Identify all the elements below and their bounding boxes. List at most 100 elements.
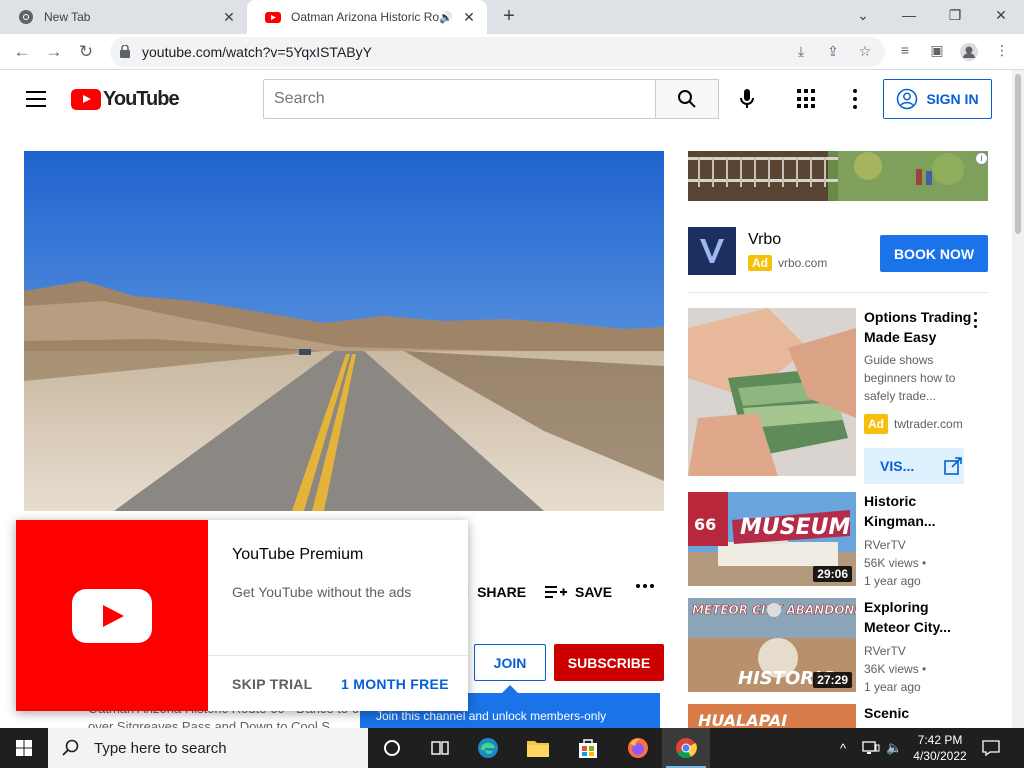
lock-icon	[120, 45, 130, 58]
promoted-description: Guide shows beginners how to safely trad…	[864, 353, 956, 403]
video-player[interactable]	[24, 151, 664, 511]
firefox-icon[interactable]	[614, 728, 662, 768]
video-title[interactable]: Exploring Meteor City...	[864, 597, 974, 637]
taskbar-search-box[interactable]: Type here to search	[48, 728, 368, 768]
join-button[interactable]: JOIN	[474, 644, 546, 681]
address-bar[interactable]: youtube.com/watch?v=5YqxISTAByY ⤓ ⇪ ☆	[110, 37, 885, 67]
share-button[interactable]: ➦ SHARE	[459, 584, 526, 600]
reading-list-icon[interactable]: ≡	[895, 42, 915, 62]
vrbo-logo-icon	[700, 239, 724, 263]
promoted-domain: twtrader.com	[894, 417, 963, 431]
tab-youtube-video[interactable]: Oatman Arizona Historic Rou 🔊 ✕	[247, 0, 487, 34]
store-icon[interactable]	[564, 728, 612, 768]
advertiser-domain: vrbo.com	[778, 256, 828, 270]
video-thumbnail[interactable]: METEOR CITY ABANDONED HISTORIC 27:29	[688, 598, 856, 692]
clock-time: 7:42 PM	[917, 733, 963, 747]
channel-name[interactable]: RVerTV	[864, 536, 984, 554]
one-month-free-button[interactable]: 1 MONTH FREE	[341, 676, 449, 692]
more-actions-icon[interactable]	[636, 584, 654, 588]
side-panel-icon[interactable]: ▣	[927, 42, 947, 62]
youtube-logo[interactable]: YouTube	[71, 88, 180, 111]
video-thumbnail[interactable]: HUALAPAI	[688, 704, 856, 728]
save-label: SAVE	[575, 584, 613, 600]
profile-icon[interactable]	[959, 42, 979, 62]
back-icon[interactable]: ←	[10, 40, 34, 64]
money-hands-image	[688, 308, 856, 476]
promoted-domain-row: Ad twtrader.com	[864, 414, 984, 434]
speech-bubble-icon	[982, 740, 1000, 756]
tab-title: Oatman Arizona Historic Rou	[291, 10, 440, 24]
tab-title: New Tab	[44, 10, 91, 24]
reload-icon[interactable]: ↻	[74, 40, 98, 64]
search-button[interactable]	[655, 79, 719, 119]
menu-hamburger-icon[interactable]	[26, 91, 46, 107]
volume-icon[interactable]: 🔈	[886, 728, 902, 768]
views-text: 36K views	[864, 662, 919, 676]
sign-in-button[interactable]: SIGN IN	[883, 79, 992, 119]
close-tab-icon[interactable]: ✕	[221, 9, 237, 26]
video-thumbnail[interactable]: MUSEUM 66 29:06	[688, 492, 856, 586]
views-text: 56K views	[864, 556, 919, 570]
file-explorer-icon[interactable]	[514, 728, 562, 768]
chrome-menu-icon[interactable]: ⋮	[992, 42, 1012, 62]
cortana-icon[interactable]	[368, 728, 416, 768]
skip-trial-button[interactable]: SKIP TRIAL	[232, 676, 313, 692]
task-view-icon[interactable]	[416, 728, 464, 768]
speaker-icon[interactable]: 🔊	[439, 11, 453, 24]
settings-more-icon[interactable]	[852, 89, 858, 109]
edge-icon[interactable]	[464, 728, 512, 768]
search-icon	[678, 90, 696, 108]
sign-in-label: SIGN IN	[926, 91, 979, 107]
new-tab-button[interactable]: +	[498, 6, 520, 28]
restore-button[interactable]: ❐	[932, 0, 978, 30]
notifications-icon[interactable]	[982, 728, 1000, 768]
shopping-bag-icon	[579, 739, 597, 758]
microphone-icon[interactable]	[735, 87, 759, 111]
task-view-glyph-icon	[431, 741, 449, 755]
channel-name[interactable]: RVerTV	[864, 642, 984, 660]
advertiser-name[interactable]: Vrbo	[748, 231, 781, 249]
visit-button[interactable]: VIS...	[864, 448, 964, 484]
playlist-add-icon	[545, 586, 567, 598]
forward-icon[interactable]: →	[42, 40, 66, 64]
subscribe-button[interactable]: SUBSCRIBE	[554, 644, 664, 681]
windows-taskbar: Type here to search ^ 🔈 7:42 PM 4/30/202…	[0, 728, 1024, 768]
apps-grid-icon[interactable]	[797, 89, 817, 109]
save-button[interactable]: SAVE	[545, 584, 612, 600]
taskbar-search-placeholder: Type here to search	[94, 739, 227, 757]
promoted-thumbnail[interactable]	[688, 308, 856, 476]
search-input[interactable]	[263, 79, 656, 119]
windows-logo-icon	[16, 740, 32, 756]
tab-new-tab[interactable]: New Tab ✕	[0, 0, 247, 34]
video-title[interactable]: Scenic	[864, 703, 974, 723]
promoted-title[interactable]: Options Trading Made Easy	[864, 307, 974, 347]
tab-search-icon[interactable]: ⌄	[840, 0, 886, 30]
book-now-button[interactable]: BOOK NOW	[880, 235, 988, 272]
start-button[interactable]	[0, 728, 48, 768]
divider	[208, 655, 468, 656]
close-tab-icon[interactable]: ✕	[461, 9, 477, 26]
edge-logo-icon	[478, 738, 498, 758]
youtube-premium-popup: YouTube Premium Get YouTube without the …	[16, 520, 468, 711]
minimize-button[interactable]: —	[886, 0, 932, 30]
vrbo-logo[interactable]	[688, 227, 736, 275]
close-window-button[interactable]: ✕	[978, 0, 1024, 30]
advertiser-domain-row: Ad vrbo.com	[748, 255, 827, 271]
system-clock[interactable]: 7:42 PM 4/30/2022	[904, 732, 976, 764]
youtube-favicon-icon	[265, 12, 281, 23]
scrollbar-thumb[interactable]	[1015, 74, 1021, 234]
chrome-taskbar-icon[interactable]	[662, 728, 710, 768]
ad-info-icon[interactable]: i	[975, 152, 988, 165]
promoted-more-icon[interactable]	[974, 312, 978, 328]
install-icon[interactable]: ⤓	[792, 43, 810, 61]
page-scrollbar[interactable]	[1012, 70, 1024, 728]
show-hidden-icons[interactable]: ^	[840, 728, 846, 768]
network-icon[interactable]	[862, 728, 880, 768]
bookmark-star-icon[interactable]: ☆	[856, 43, 874, 61]
cortana-circle-icon	[384, 740, 400, 756]
video-title[interactable]: Historic Kingman...	[864, 491, 974, 531]
divider	[688, 292, 988, 293]
alien-icon	[767, 603, 781, 617]
share-page-icon[interactable]: ⇪	[824, 43, 842, 61]
ad-banner-image[interactable]	[688, 151, 988, 201]
